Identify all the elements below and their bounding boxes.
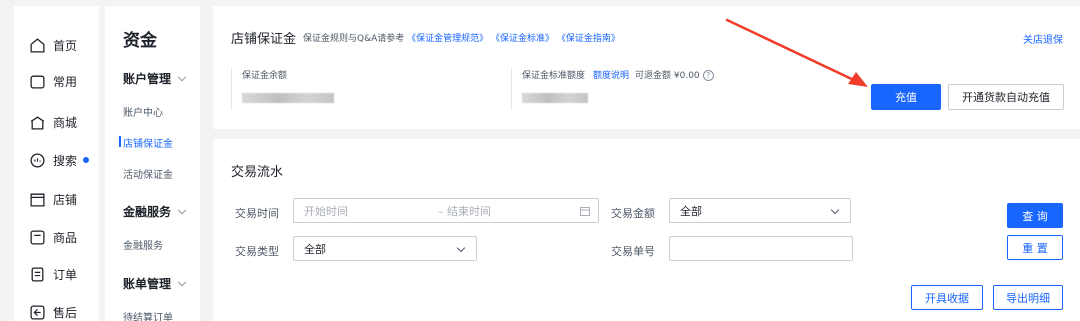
nav-label: 首页 bbox=[53, 38, 78, 53]
deposit-standard: 保证金标准额度 额度说明 可退金额 ¥0.00? bbox=[511, 68, 771, 110]
nav-label: 商品 bbox=[53, 230, 78, 245]
order-number-label: 交易单号 bbox=[611, 245, 655, 258]
auto-recharge-button[interactable]: 开通货款自动充值 bbox=[948, 84, 1064, 110]
flow-title: 交易流水 bbox=[231, 165, 284, 180]
nav-label: 售后 bbox=[53, 305, 78, 320]
nav-item-shop[interactable]: 店铺 bbox=[14, 186, 99, 212]
sub-nav: 资金 账户管理 账户中心 店铺保证金 活动保证金 金融服务 金融服务 账单管理 … bbox=[105, 6, 200, 321]
chevron-down-icon bbox=[177, 72, 187, 82]
time-label: 交易时间 bbox=[235, 207, 279, 220]
nav-item-order[interactable]: 订单 bbox=[14, 261, 99, 287]
nav-item-frequent[interactable]: 常用 bbox=[14, 68, 99, 94]
nav-item-home[interactable]: 首页 bbox=[14, 32, 99, 58]
transaction-flow-card: 交易流水 交易时间 开始时间 – 结束时间 交易金额 全部 交易类型 全部 交易… bbox=[213, 139, 1080, 321]
recharge-button[interactable]: 充值 bbox=[871, 84, 941, 110]
order-number-input[interactable] bbox=[669, 236, 853, 261]
reset-button[interactable]: 重 置 bbox=[1007, 235, 1063, 260]
nav-label: 店铺 bbox=[53, 192, 78, 207]
chevron-down-icon bbox=[456, 243, 466, 253]
calendar-icon bbox=[580, 207, 590, 216]
redacted-value bbox=[242, 93, 334, 103]
nav-label: 商城 bbox=[53, 115, 78, 130]
order-icon bbox=[31, 266, 44, 282]
chevron-down-icon bbox=[830, 205, 840, 215]
nav-label: 订单 bbox=[53, 267, 78, 282]
close-shop-refund-link[interactable]: 关店退保 bbox=[1023, 31, 1063, 46]
amount-label: 交易金额 bbox=[611, 207, 655, 220]
nav-item-after-sale[interactable]: 售后 bbox=[14, 299, 99, 321]
shop-icon bbox=[30, 193, 45, 207]
subnav-item-activity-deposit[interactable]: 活动保证金 bbox=[123, 166, 173, 181]
refundable-amount: 可退金额 ¥0.00 bbox=[635, 71, 700, 81]
main-nav: 首页 常用 商城 搜索 店铺 商品 订单 售后 bbox=[14, 6, 99, 321]
notification-dot bbox=[83, 157, 89, 163]
deposit-card: 店铺保证金 保证金规则与Q&A请参考 《保证金管理规范》 《保证金标准》 《保证… bbox=[213, 6, 1080, 129]
subnav-item-pending-orders[interactable]: 待结算订单 bbox=[123, 309, 173, 321]
chevron-down-icon bbox=[177, 205, 187, 215]
rule-link-guide[interactable]: 《保证金指南》 bbox=[557, 34, 620, 44]
amount-select[interactable]: 全部 bbox=[669, 198, 851, 223]
type-select[interactable]: 全部 bbox=[293, 236, 477, 261]
rule-link-standard[interactable]: 《保证金标准》 bbox=[491, 34, 554, 44]
subnav-group-finance[interactable]: 金融服务 bbox=[123, 203, 187, 220]
quota-explain-link[interactable]: 额度说明 bbox=[593, 71, 629, 81]
subnav-item-shop-deposit[interactable]: 店铺保证金 bbox=[119, 135, 173, 150]
section-title: 资金 bbox=[123, 31, 157, 51]
subnav-group-account[interactable]: 账户管理 bbox=[123, 70, 187, 87]
nav-label: 搜索 bbox=[53, 153, 78, 168]
product-icon bbox=[30, 229, 45, 245]
deposit-balance: 保证金余额 bbox=[231, 68, 491, 110]
deposit-title: 店铺保证金 bbox=[231, 32, 297, 47]
mall-icon bbox=[30, 115, 45, 130]
search-icon bbox=[30, 152, 45, 168]
nav-label: 常用 bbox=[53, 74, 78, 89]
nav-item-search[interactable]: 搜索 bbox=[14, 147, 99, 173]
time-range-input[interactable]: 开始时间 – 结束时间 bbox=[293, 198, 599, 223]
help-icon[interactable]: ? bbox=[702, 70, 714, 81]
after-sale-icon bbox=[30, 304, 45, 320]
subnav-group-bills[interactable]: 账单管理 bbox=[123, 275, 187, 292]
issue-receipt-button[interactable]: 开具收据 bbox=[911, 285, 983, 310]
chevron-down-icon bbox=[177, 277, 187, 287]
subnav-item-account-center[interactable]: 账户中心 bbox=[123, 104, 163, 119]
type-label: 交易类型 bbox=[235, 245, 279, 258]
nav-item-product[interactable]: 商品 bbox=[14, 224, 99, 250]
redacted-value bbox=[522, 93, 588, 103]
home-icon bbox=[30, 37, 45, 53]
folder-icon bbox=[30, 75, 45, 89]
query-button[interactable]: 查 询 bbox=[1007, 203, 1063, 228]
rule-link-management[interactable]: 《保证金管理规范》 bbox=[407, 34, 488, 44]
export-details-button[interactable]: 导出明细 bbox=[993, 285, 1063, 310]
deposit-rules: 保证金规则与Q&A请参考 《保证金管理规范》 《保证金标准》 《保证金指南》 bbox=[303, 34, 620, 44]
nav-item-mall[interactable]: 商城 bbox=[14, 109, 99, 135]
subnav-item-finance[interactable]: 金融服务 bbox=[123, 237, 163, 252]
